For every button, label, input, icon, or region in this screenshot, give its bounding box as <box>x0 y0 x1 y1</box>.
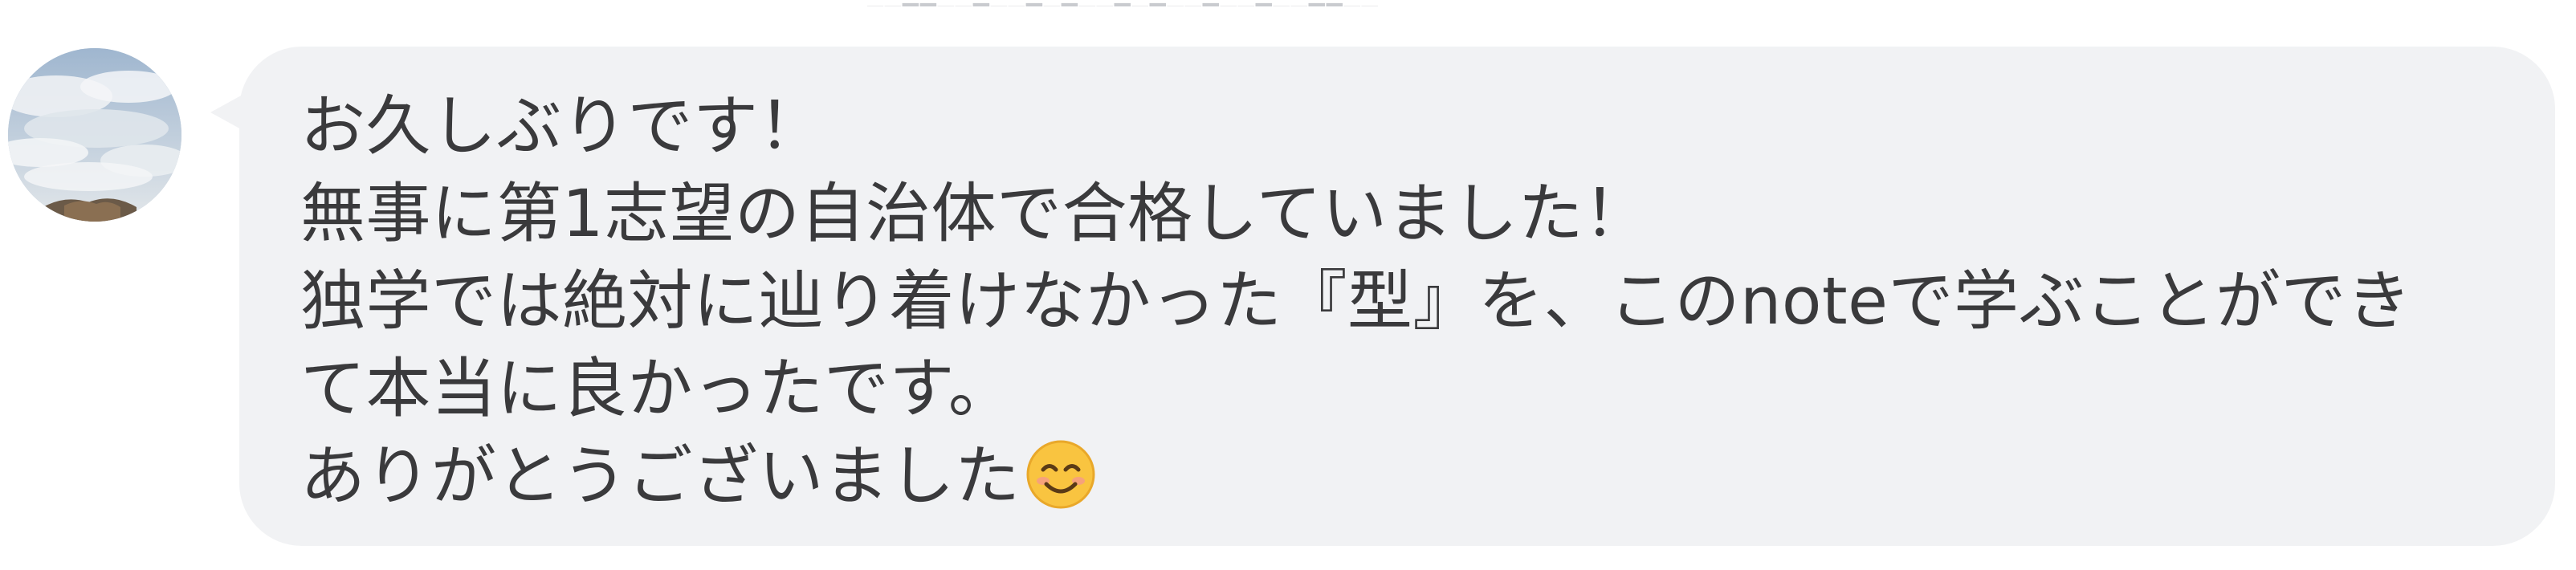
chat-view: ▂▂▃▃▂▂▃▂▂▃▂▃▂▂▃▂▃▂▂▃▂▂▃▂▂▃▃▂▂ お久しぶりです！ <box>0 0 2576 570</box>
message-line-3: 独学では絶対に辿り着けなかった『型』を、このnoteで学ぶことができ <box>300 264 2412 340</box>
message-bubble[interactable]: お久しぶりです！ 無事に第1志望の自治体で合格していました！ 独学では絶対に辿り… <box>239 47 2555 546</box>
avatar[interactable] <box>8 48 181 222</box>
message-line-2: 無事に第1志望の自治体で合格していました！ <box>300 177 1649 252</box>
cloudy-sky-avatar-icon <box>8 48 181 222</box>
message-line-5-text: ありがとうございました <box>300 439 1021 515</box>
smiling-face-icon <box>1025 439 1096 510</box>
message-line-1: お久しぶりです！ <box>300 89 825 165</box>
message-line-4: て本当に良かったです。 <box>300 352 1014 427</box>
bubble-tail <box>210 95 243 130</box>
message-line-5: ありがとうございました <box>300 434 2486 521</box>
previous-message-fragment: ▂▂▃▃▂▂▃▂▂▃▂▃▂▂▃▂▃▂▂▃▂▂▃▂▂▃▃▂▂ <box>867 0 1558 6</box>
